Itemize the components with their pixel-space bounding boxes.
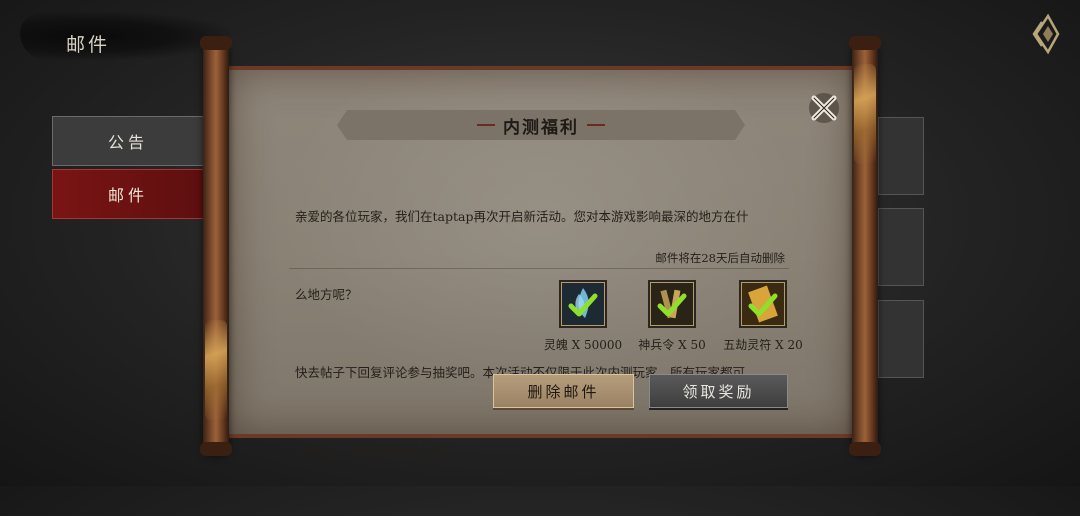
scroll-rod-right: [849, 36, 881, 456]
reward-item[interactable]: 灵魄 X 50000: [543, 280, 623, 353]
tab-notice[interactable]: 公告: [52, 116, 204, 166]
rod-cap: [200, 36, 232, 50]
mail-body-line: 亲爱的各位玩家，我们在taptap再次开启新活动。您对本游戏影响最深的地方在什: [295, 209, 749, 224]
soul-crystal-icon: [559, 280, 607, 328]
talisman-icon: [739, 280, 787, 328]
reward-label: 五劫灵符 X 20: [723, 338, 803, 352]
reward-label: 灵魄 X 50000: [543, 338, 623, 352]
back-diamond-icon[interactable]: [1022, 12, 1062, 56]
scroll-rod-left: [200, 36, 232, 456]
reward-item[interactable]: 五劫灵符 X 20: [723, 280, 803, 353]
ink-brush-stroke: [20, 12, 230, 60]
claim-rewards-button[interactable]: 领取奖励: [649, 374, 788, 408]
reward-label: 神兵令 X 50: [638, 338, 706, 352]
mail-list-card[interactable]: [878, 300, 924, 378]
mail-list-card[interactable]: [878, 208, 924, 286]
rod-ornament: [854, 64, 876, 164]
rod-cap: [849, 36, 881, 50]
divider: [289, 268, 789, 269]
reward-item[interactable]: 神兵令 X 50: [632, 280, 712, 353]
close-icon[interactable]: [806, 90, 842, 126]
page-title: 邮件: [66, 34, 111, 56]
rod-ornament: [205, 320, 227, 420]
mail-dialog: 内测福利 亲爱的各位玩家，我们在taptap再次开启新活动。您对本游戏影响最深的…: [229, 66, 853, 458]
mail-body-line: 以参与。详情请见帖子公告。: [295, 443, 458, 458]
expire-note: 邮件将在28天后自动删除: [655, 251, 785, 265]
delete-mail-button[interactable]: 删除邮件: [493, 374, 634, 408]
mail-list-card[interactable]: [878, 117, 924, 195]
weapon-token-icon: [648, 280, 696, 328]
tab-mail[interactable]: 邮件: [52, 169, 204, 219]
title-banner: 内测福利: [337, 110, 745, 140]
rod-cap: [200, 442, 232, 456]
rod-cap: [849, 442, 881, 456]
mail-title: 内测福利: [495, 113, 587, 138]
